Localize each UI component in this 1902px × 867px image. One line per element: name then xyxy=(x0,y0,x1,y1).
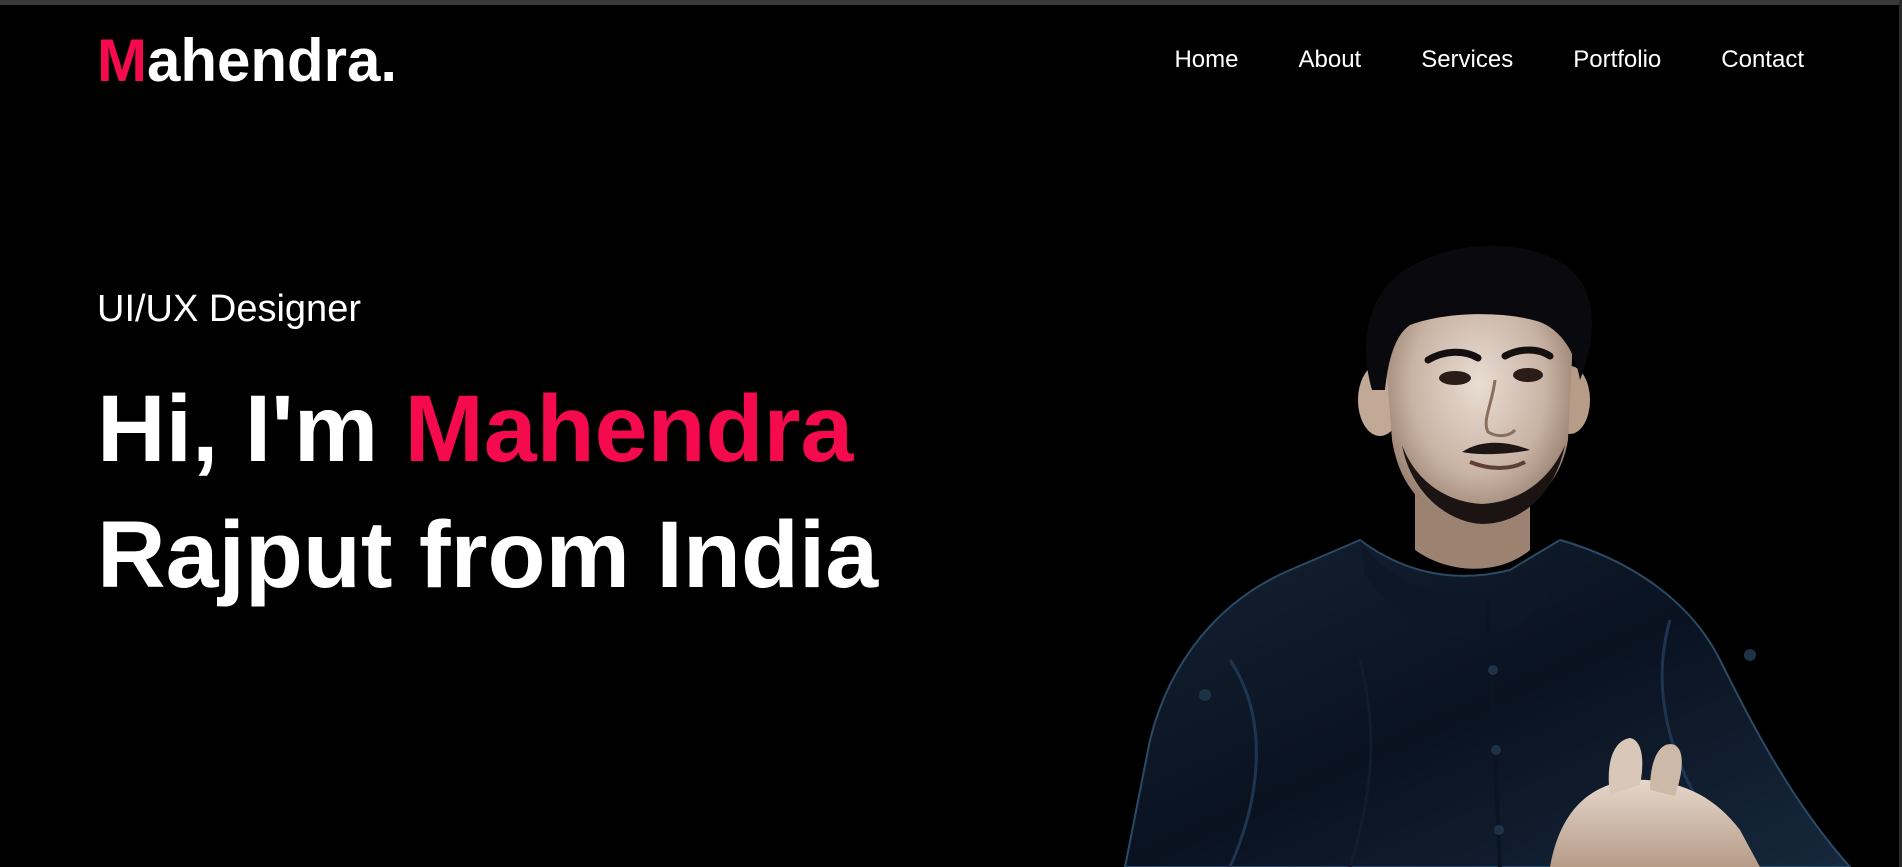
logo-text: ahendra. xyxy=(146,27,398,94)
hero-headline: Hi, I'm Mahendra Rajput from India xyxy=(97,366,878,618)
main-nav: Home About Services Portfolio Contact xyxy=(1174,44,1804,76)
nav-portfolio[interactable]: Portfolio xyxy=(1573,44,1661,76)
browser-top-border xyxy=(0,0,1902,5)
nav-services[interactable]: Services xyxy=(1421,44,1513,76)
logo-link[interactable]: Mahendra. xyxy=(97,28,397,94)
hero-greeting: Hi, I'm xyxy=(97,376,405,482)
hero-subtitle: UI/UX Designer xyxy=(97,288,361,330)
nav-contact[interactable]: Contact xyxy=(1721,44,1804,76)
logo-initial: M xyxy=(97,27,147,94)
page: Mahendra. Home About Services Portfolio … xyxy=(0,0,1902,867)
nav-home[interactable]: Home xyxy=(1174,44,1238,76)
person-portrait-icon xyxy=(1123,245,1852,867)
hero-name-highlight: Mahendra xyxy=(404,376,854,482)
hero-line2: Rajput from India xyxy=(97,502,879,608)
nav-about[interactable]: About xyxy=(1298,44,1361,76)
